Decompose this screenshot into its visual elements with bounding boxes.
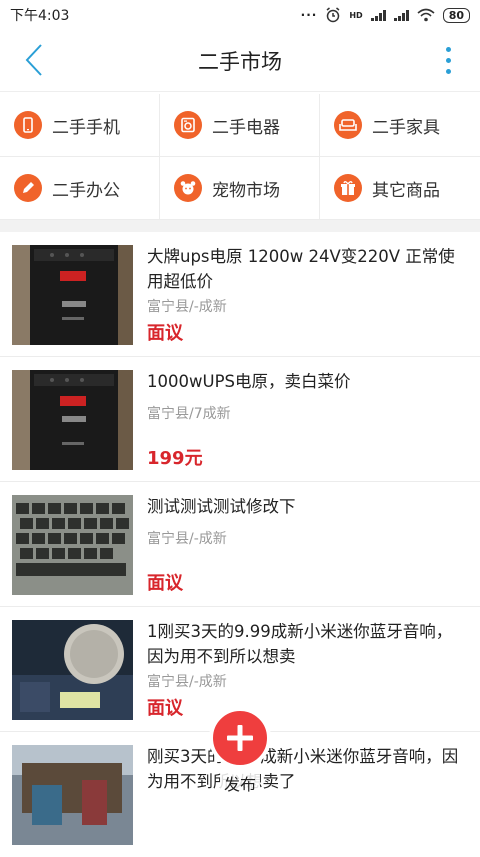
category-pets[interactable]: 宠物市场 bbox=[160, 157, 320, 220]
category-label: 二手家具 bbox=[372, 117, 440, 138]
status-time: 下午4:03 bbox=[10, 8, 70, 24]
app-header: 二手市场 bbox=[0, 30, 480, 92]
listing-info: 1刚买3天的9.99成新小米迷你蓝牙音响，因为用不到所以想卖 富宁县/-成新 bbox=[147, 619, 467, 691]
listing-title: 1刚买3天的9.99成新小米迷你蓝牙音响，因为用不到所以想卖 bbox=[147, 622, 453, 666]
category-other[interactable]: 其它商品 bbox=[320, 157, 480, 220]
appliance-icon bbox=[174, 111, 202, 139]
plus-icon bbox=[209, 707, 271, 769]
gift-icon bbox=[334, 174, 362, 202]
listing-title: 刚买3天的9.99成新小米迷你蓝牙音响，因为用不到所以想卖了 bbox=[147, 747, 459, 791]
pet-icon bbox=[174, 174, 202, 202]
page-title: 二手市场 bbox=[198, 49, 282, 74]
status-icons: ··· HD 80 bbox=[301, 7, 470, 23]
category-label: 宠物市场 bbox=[212, 180, 280, 201]
status-bar: 下午4:03 ··· HD 80 bbox=[0, 0, 480, 30]
more-dot-icon bbox=[445, 46, 451, 52]
listing-price: 面议 bbox=[147, 323, 183, 344]
more-notifications-icon: ··· bbox=[300, 8, 318, 22]
chevron-left-icon bbox=[25, 44, 42, 76]
category-label: 其它商品 bbox=[372, 180, 440, 201]
category-phones[interactable]: 二手手机 bbox=[0, 94, 160, 157]
listing-price: 199元 bbox=[147, 448, 203, 469]
category-furniture[interactable]: 二手家具 bbox=[320, 94, 480, 157]
listing-item[interactable]: 测试测试测试修改下 富宁县/-成新 面议 bbox=[0, 482, 480, 607]
publish-button[interactable]: 发布 bbox=[205, 707, 275, 800]
pen-icon bbox=[14, 174, 42, 202]
listing-title: 测试测试测试修改下 bbox=[147, 497, 296, 516]
category-label: 二手电器 bbox=[212, 117, 280, 138]
category-label: 二手办公 bbox=[52, 180, 120, 201]
back-button[interactable] bbox=[16, 42, 52, 78]
listing-info: 测试测试测试修改下 富宁县/-成新 bbox=[147, 494, 467, 548]
listing-thumbnail bbox=[12, 370, 133, 470]
battery-indicator: 80 bbox=[442, 7, 470, 23]
more-options-button[interactable] bbox=[436, 42, 460, 78]
hd-indicator: HD bbox=[349, 10, 363, 20]
listing-location-condition: 富宁县/-成新 bbox=[147, 299, 227, 315]
wifi-icon bbox=[417, 8, 435, 22]
category-office[interactable]: 二手办公 bbox=[0, 157, 160, 220]
listing-thumbnail bbox=[12, 495, 133, 595]
category-label: 二手手机 bbox=[52, 117, 120, 138]
more-dot-icon bbox=[445, 68, 451, 74]
signal-icon bbox=[370, 9, 386, 21]
category-grid: 二手手机 二手电器 二手家具 二手办公 宠物市场 其它商品 bbox=[0, 94, 480, 220]
more-dot-icon bbox=[445, 57, 451, 63]
listing-price: 面议 bbox=[147, 573, 183, 594]
listing-title: 大牌ups电原 1200w 24V变220V 正常使用超低价 bbox=[147, 247, 455, 291]
listing-location-condition: 富宁县/-成新 bbox=[147, 531, 227, 547]
listing-thumbnail bbox=[12, 620, 133, 720]
phone-icon bbox=[14, 111, 42, 139]
sofa-icon bbox=[334, 111, 362, 139]
listing-location-condition: 富宁县/7成新 bbox=[147, 406, 231, 422]
listing-title: 1000wUPS电原，卖白菜价 bbox=[147, 372, 351, 391]
signal-icon-2 bbox=[393, 9, 409, 21]
listing-thumbnail bbox=[12, 745, 133, 845]
listing-info: 大牌ups电原 1200w 24V变220V 正常使用超低价 富宁县/-成新 bbox=[147, 244, 467, 316]
alarm-icon bbox=[326, 7, 340, 23]
listing-info: 刚买3天的9.99成新小米迷你蓝牙音响，因为用不到所以想卖了 bbox=[147, 744, 467, 794]
listing-info: 1000wUPS电原，卖白菜价 富宁县/7成新 bbox=[147, 369, 467, 423]
listing-thumbnail bbox=[12, 245, 133, 345]
publish-label: 发布 bbox=[219, 771, 260, 795]
category-appliances[interactable]: 二手电器 bbox=[160, 94, 320, 157]
section-divider bbox=[0, 220, 480, 232]
listing-item[interactable]: 1000wUPS电原，卖白菜价 富宁县/7成新 199元 bbox=[0, 357, 480, 482]
listing-item[interactable]: 大牌ups电原 1200w 24V变220V 正常使用超低价 富宁县/-成新 面… bbox=[0, 232, 480, 357]
listing-location-condition: 富宁县/-成新 bbox=[147, 674, 227, 690]
listing-price: 面议 bbox=[147, 698, 183, 719]
